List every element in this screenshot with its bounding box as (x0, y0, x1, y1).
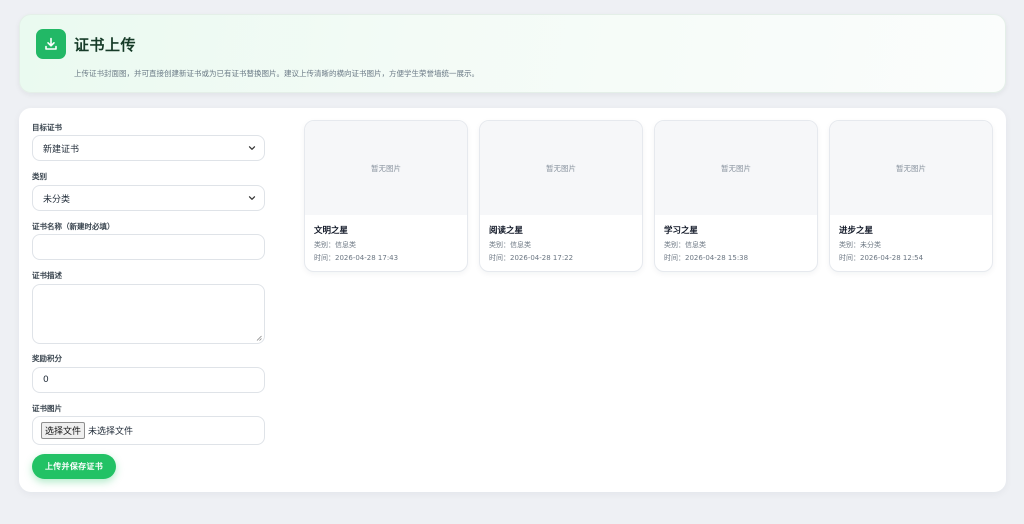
file-status-text: 未选择文件 (88, 427, 134, 437)
certificate-card[interactable]: 暂无图片 阅读之星 类别：信息类 时间：2026-04-28 17:22 (479, 120, 643, 272)
reward-points-input[interactable]: 0 (32, 367, 265, 393)
certificate-title: 学习之星 (664, 226, 699, 236)
certificate-description-textarea[interactable] (32, 284, 265, 344)
main-panel: 目标证书 新建证书 类别 未分类 证书名称（新建时必填） 证书描述 奖励积分 0… (19, 108, 1006, 492)
certificate-category: 类别：信息类 (664, 241, 706, 249)
certificate-image-placeholder: 暂无图片 (480, 121, 642, 215)
certificate-name-input[interactable] (32, 234, 265, 260)
category-select[interactable]: 未分类 (32, 185, 265, 211)
target-certificate-label: 目标证书 (32, 123, 62, 132)
certificate-title: 阅读之星 (489, 226, 524, 236)
certificate-time: 时间：2026-04-28 17:22 (489, 254, 574, 262)
certificate-title: 文明之星 (314, 226, 349, 236)
category-value: 未分类 (43, 194, 71, 205)
certificate-image-placeholder: 暂无图片 (830, 121, 992, 215)
page-description: 上传证书封面图，并可直接创建新证书或为已有证书替换图片。建议上传清晰的横向证书图… (74, 69, 479, 78)
certificate-title: 进步之星 (839, 226, 874, 236)
download-icon (36, 29, 66, 59)
certificate-image-placeholder: 暂无图片 (655, 121, 817, 215)
certificate-category: 类别：信息类 (314, 241, 356, 249)
page-title: 证书上传 (74, 36, 137, 54)
certificate-card[interactable]: 暂无图片 学习之星 类别：信息类 时间：2026-04-28 15:38 (654, 120, 818, 272)
certificate-card[interactable]: 暂无图片 文明之星 类别：信息类 时间：2026-04-28 17:43 (304, 120, 468, 272)
certificate-time: 时间：2026-04-28 17:43 (314, 254, 399, 262)
category-label: 类别 (32, 172, 47, 181)
certificate-description-label: 证书描述 (32, 271, 62, 280)
certificate-image-placeholder: 暂无图片 (305, 121, 467, 215)
certificate-time: 时间：2026-04-28 12:54 (839, 254, 924, 262)
target-certificate-value: 新建证书 (43, 144, 80, 155)
certificate-image-label: 证书图片 (32, 404, 62, 413)
target-certificate-select[interactable]: 新建证书 (32, 135, 265, 161)
certificate-card[interactable]: 暂无图片 进步之星 类别：未分类 时间：2026-04-28 12:54 (829, 120, 993, 272)
certificate-category: 类别：信息类 (489, 241, 531, 249)
certificate-time: 时间：2026-04-28 15:38 (664, 254, 749, 262)
resize-handle-icon[interactable] (256, 335, 262, 341)
upload-save-button[interactable]: 上传并保存证书 (32, 454, 116, 479)
page-header-card: 证书上传 上传证书封面图，并可直接创建新证书或为已有证书替换图片。建议上传清晰的… (19, 14, 1006, 93)
certificate-name-label: 证书名称（新建时必填） (32, 222, 115, 231)
chevron-down-icon (248, 146, 256, 150)
choose-file-button[interactable]: 选择文件 (41, 422, 86, 439)
reward-points-label: 奖励积分 (32, 354, 62, 363)
certificate-image-file-input: 选择文件 未选择文件 (32, 416, 265, 445)
chevron-down-icon (248, 196, 256, 200)
certificate-category: 类别：未分类 (839, 241, 881, 249)
